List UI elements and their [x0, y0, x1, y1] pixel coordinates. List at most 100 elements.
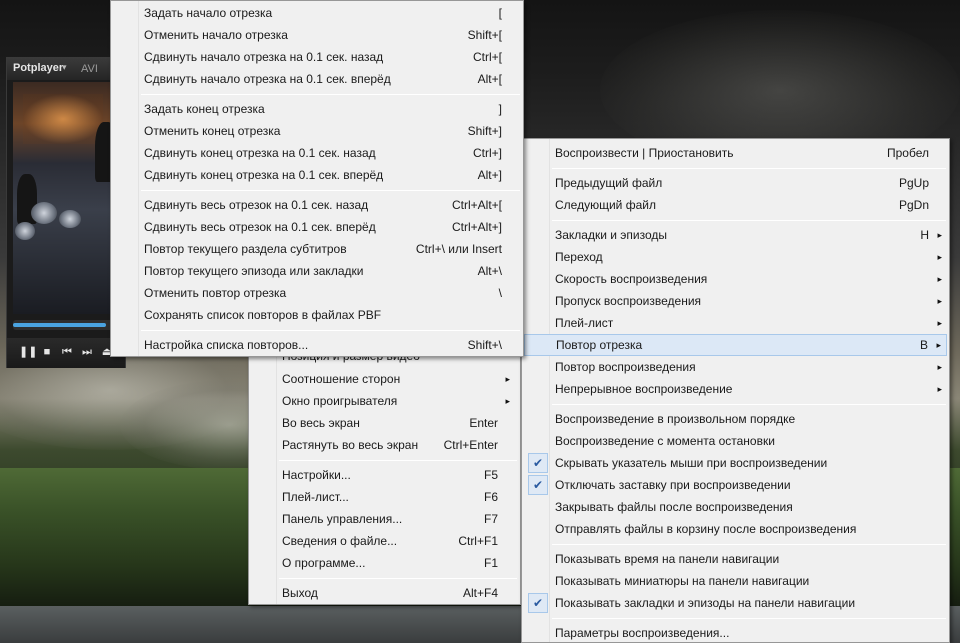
- menu-item-end-back[interactable]: Сдвинуть конец отрезка на 0.1 сек. назад…: [113, 142, 521, 164]
- menu-item-playlist[interactable]: Плей-лист ▸: [524, 312, 947, 334]
- menu-item-control-panel[interactable]: Панель управления... F7: [251, 508, 518, 530]
- menu-separator: [141, 94, 520, 95]
- chevron-right-icon: ▸: [936, 340, 941, 350]
- menu-item-repeat-subtitle[interactable]: Повтор текущего раздела субтитров Ctrl+\ …: [113, 238, 521, 260]
- menu-item-disable-screensaver[interactable]: ✔ Отключать заставку при воспроизведении: [524, 474, 947, 496]
- menu-item-recycle-files[interactable]: Отправлять файлы в корзину после воспрои…: [524, 518, 947, 540]
- menu-separator: [552, 404, 946, 405]
- menu-separator: [141, 190, 520, 191]
- menu-item-shortcut: Ctrl+Alt+[: [451, 198, 502, 212]
- menu-item-label: Плей-лист...: [282, 490, 349, 504]
- checkmark-icon: ✔: [528, 453, 548, 473]
- menu-item-shortcut: Alt+[: [477, 72, 502, 86]
- menu-item-label: Отменить конец отрезка: [144, 124, 281, 138]
- menu-item-bookmarks[interactable]: Закладки и эпизоды H ▸: [524, 224, 947, 246]
- menu-item-label: Воспроизвести | Приостановить: [555, 146, 734, 160]
- ab-repeat-submenu: Задать начало отрезка [ Отменить начало о…: [110, 0, 524, 357]
- menu-item-jump[interactable]: Переход ▸: [524, 246, 947, 268]
- menu-item-shortcut: Ctrl+F1: [458, 534, 498, 548]
- menu-item-label: Скорость воспроизведения: [555, 272, 708, 286]
- menu-item-shortcut: ]: [498, 102, 502, 116]
- menu-item-continuous-playback[interactable]: Непрерывное воспроизведение ▸: [524, 378, 947, 400]
- menu-item-label: Сведения о файле...: [282, 534, 398, 548]
- player-title[interactable]: Potplayer: [13, 62, 63, 74]
- menu-item-label: Выход: [282, 586, 318, 600]
- menu-item-segment-forward[interactable]: Сдвинуть весь отрезок на 0.1 сек. вперёд…: [113, 216, 521, 238]
- menu-item-start-back[interactable]: Сдвинуть начало отрезка на 0.1 сек. наза…: [113, 46, 521, 68]
- menu-item-repeat-list-settings[interactable]: Настройка списка повторов... Shift+\: [113, 334, 521, 356]
- menu-item-file-info[interactable]: Сведения о файле... Ctrl+F1: [251, 530, 518, 552]
- menu-separator: [552, 544, 946, 545]
- menu-item-label: Панель управления...: [282, 512, 403, 526]
- menu-item-aspect-ratio[interactable]: Соотношение сторон ▸: [251, 368, 518, 390]
- menu-item-previous-file[interactable]: Предыдущий файл PgUp: [524, 172, 947, 194]
- menu-item-label: Сдвинуть начало отрезка на 0.1 сек. наза…: [144, 50, 384, 64]
- menu-item-segment-back[interactable]: Сдвинуть весь отрезок на 0.1 сек. назад C…: [113, 194, 521, 216]
- menu-item-label: Непрерывное воспроизведение: [555, 382, 733, 396]
- menu-item-label: Окно проигрывателя: [282, 394, 398, 408]
- seek-bar[interactable]: [13, 320, 119, 330]
- menu-item-next-file[interactable]: Следующий файл PgDn: [524, 194, 947, 216]
- menu-item-player-window[interactable]: Окно проигрывателя ▸: [251, 390, 518, 412]
- menu-separator: [279, 578, 517, 579]
- menu-item-save-pbf[interactable]: Сохранять список повторов в файлах PBF: [113, 304, 521, 326]
- menu-item-playlist[interactable]: Плей-лист... F6: [251, 486, 518, 508]
- menu-separator: [552, 220, 946, 221]
- pause-button[interactable]: ❚❚: [19, 344, 37, 360]
- menu-item-skip[interactable]: Пропуск воспроизведения ▸: [524, 290, 947, 312]
- menu-item-ab-repeat[interactable]: Повтор отрезка B ▸: [524, 334, 947, 356]
- menu-item-label: Задать конец отрезка: [144, 102, 265, 116]
- menu-item-label: Отправлять файлы в корзину после воспрои…: [555, 522, 857, 536]
- menu-item-fullscreen[interactable]: Во весь экран Enter: [251, 412, 518, 434]
- menu-item-shortcut: F6: [483, 490, 498, 504]
- menu-item-cancel-end[interactable]: Отменить конец отрезка Shift+]: [113, 120, 521, 142]
- menu-item-label: Параметры воспроизведения...: [555, 626, 730, 640]
- menu-item-shortcut: Enter: [469, 416, 498, 430]
- menu-item-start-forward[interactable]: Сдвинуть начало отрезка на 0.1 сек. впер…: [113, 68, 521, 90]
- menu-item-label: Повтор текущего эпизода или закладки: [144, 264, 364, 278]
- menu-item-playback-settings[interactable]: Параметры воспроизведения...: [524, 622, 947, 643]
- stop-button[interactable]: ■: [39, 344, 55, 360]
- menu-item-shortcut: B: [919, 338, 928, 352]
- menu-item-hide-cursor[interactable]: ✔ Скрывать указатель мыши при воспроизвед…: [524, 452, 947, 474]
- chevron-right-icon: ▸: [937, 362, 942, 372]
- menu-item-stretch-fullscreen[interactable]: Растянуть во весь экран Ctrl+Enter: [251, 434, 518, 456]
- menu-item-show-bookmarks[interactable]: ✔ Показывать закладки и эпизоды на панели…: [524, 592, 947, 614]
- menu-item-repeat-playback[interactable]: Повтор воспроизведения ▸: [524, 356, 947, 378]
- menu-item-repeat-episode[interactable]: Повтор текущего эпизода или закладки Alt+…: [113, 260, 521, 282]
- chevron-right-icon: ▸: [937, 318, 942, 328]
- next-button[interactable]: ⏭: [79, 344, 95, 360]
- chevron-right-icon: ▸: [505, 374, 510, 384]
- chevron-down-icon[interactable]: ▾: [62, 62, 67, 73]
- menu-item-playback-speed[interactable]: Скорость воспроизведения ▸: [524, 268, 947, 290]
- menu-item-shortcut: Alt+F4: [462, 586, 498, 600]
- menu-item-end-forward[interactable]: Сдвинуть конец отрезка на 0.1 сек. вперё…: [113, 164, 521, 186]
- menu-item-cancel-repeat[interactable]: Отменить повтор отрезка \: [113, 282, 521, 304]
- menu-item-label: Переход: [555, 250, 603, 264]
- menu-separator: [552, 618, 946, 619]
- menu-item-play-pause[interactable]: Воспроизвести | Приостановить Пробел: [524, 142, 947, 164]
- player-titlebar[interactable]: Potplayer ▾ AVI: [7, 58, 125, 80]
- menu-item-set-start[interactable]: Задать начало отрезка [: [113, 2, 521, 24]
- menu-item-close-files[interactable]: Закрывать файлы после воспроизведения: [524, 496, 947, 518]
- video-frame[interactable]: [13, 82, 119, 314]
- menu-item-exit[interactable]: Выход Alt+F4: [251, 582, 518, 604]
- menu-item-settings[interactable]: Настройки... F5: [251, 464, 518, 486]
- menu-item-cancel-start[interactable]: Отменить начало отрезка Shift+[: [113, 24, 521, 46]
- chevron-right-icon: ▸: [937, 230, 942, 240]
- menu-item-label: Предыдущий файл: [555, 176, 663, 190]
- menu-item-label: Пропуск воспроизведения: [555, 294, 702, 308]
- menu-item-shuffle[interactable]: Воспроизведение в произвольном порядке: [524, 408, 947, 430]
- previous-button[interactable]: ⏮: [59, 344, 75, 360]
- menu-item-show-time[interactable]: Показывать время на панели навигации: [524, 548, 947, 570]
- menu-item-label: Отменить начало отрезка: [144, 28, 288, 42]
- potplayer-window[interactable]: Potplayer ▾ AVI ❚❚ ■ ⏮ ⏭ ⏏: [6, 57, 126, 368]
- menu-item-about[interactable]: О программе... F1: [251, 552, 518, 574]
- menu-item-shortcut: Alt+\: [477, 264, 502, 278]
- menu-item-resume[interactable]: Воспроизведение с момента остановки: [524, 430, 947, 452]
- playback-controls: ❚❚ ■ ⏮ ⏭ ⏏: [7, 338, 125, 368]
- menu-item-shortcut: Пробел: [887, 146, 929, 160]
- menu-item-show-thumbnails[interactable]: Показывать миниатюры на панели навигации: [524, 570, 947, 592]
- menu-item-shortcut: F1: [483, 556, 498, 570]
- menu-item-set-end[interactable]: Задать конец отрезка]: [113, 98, 521, 120]
